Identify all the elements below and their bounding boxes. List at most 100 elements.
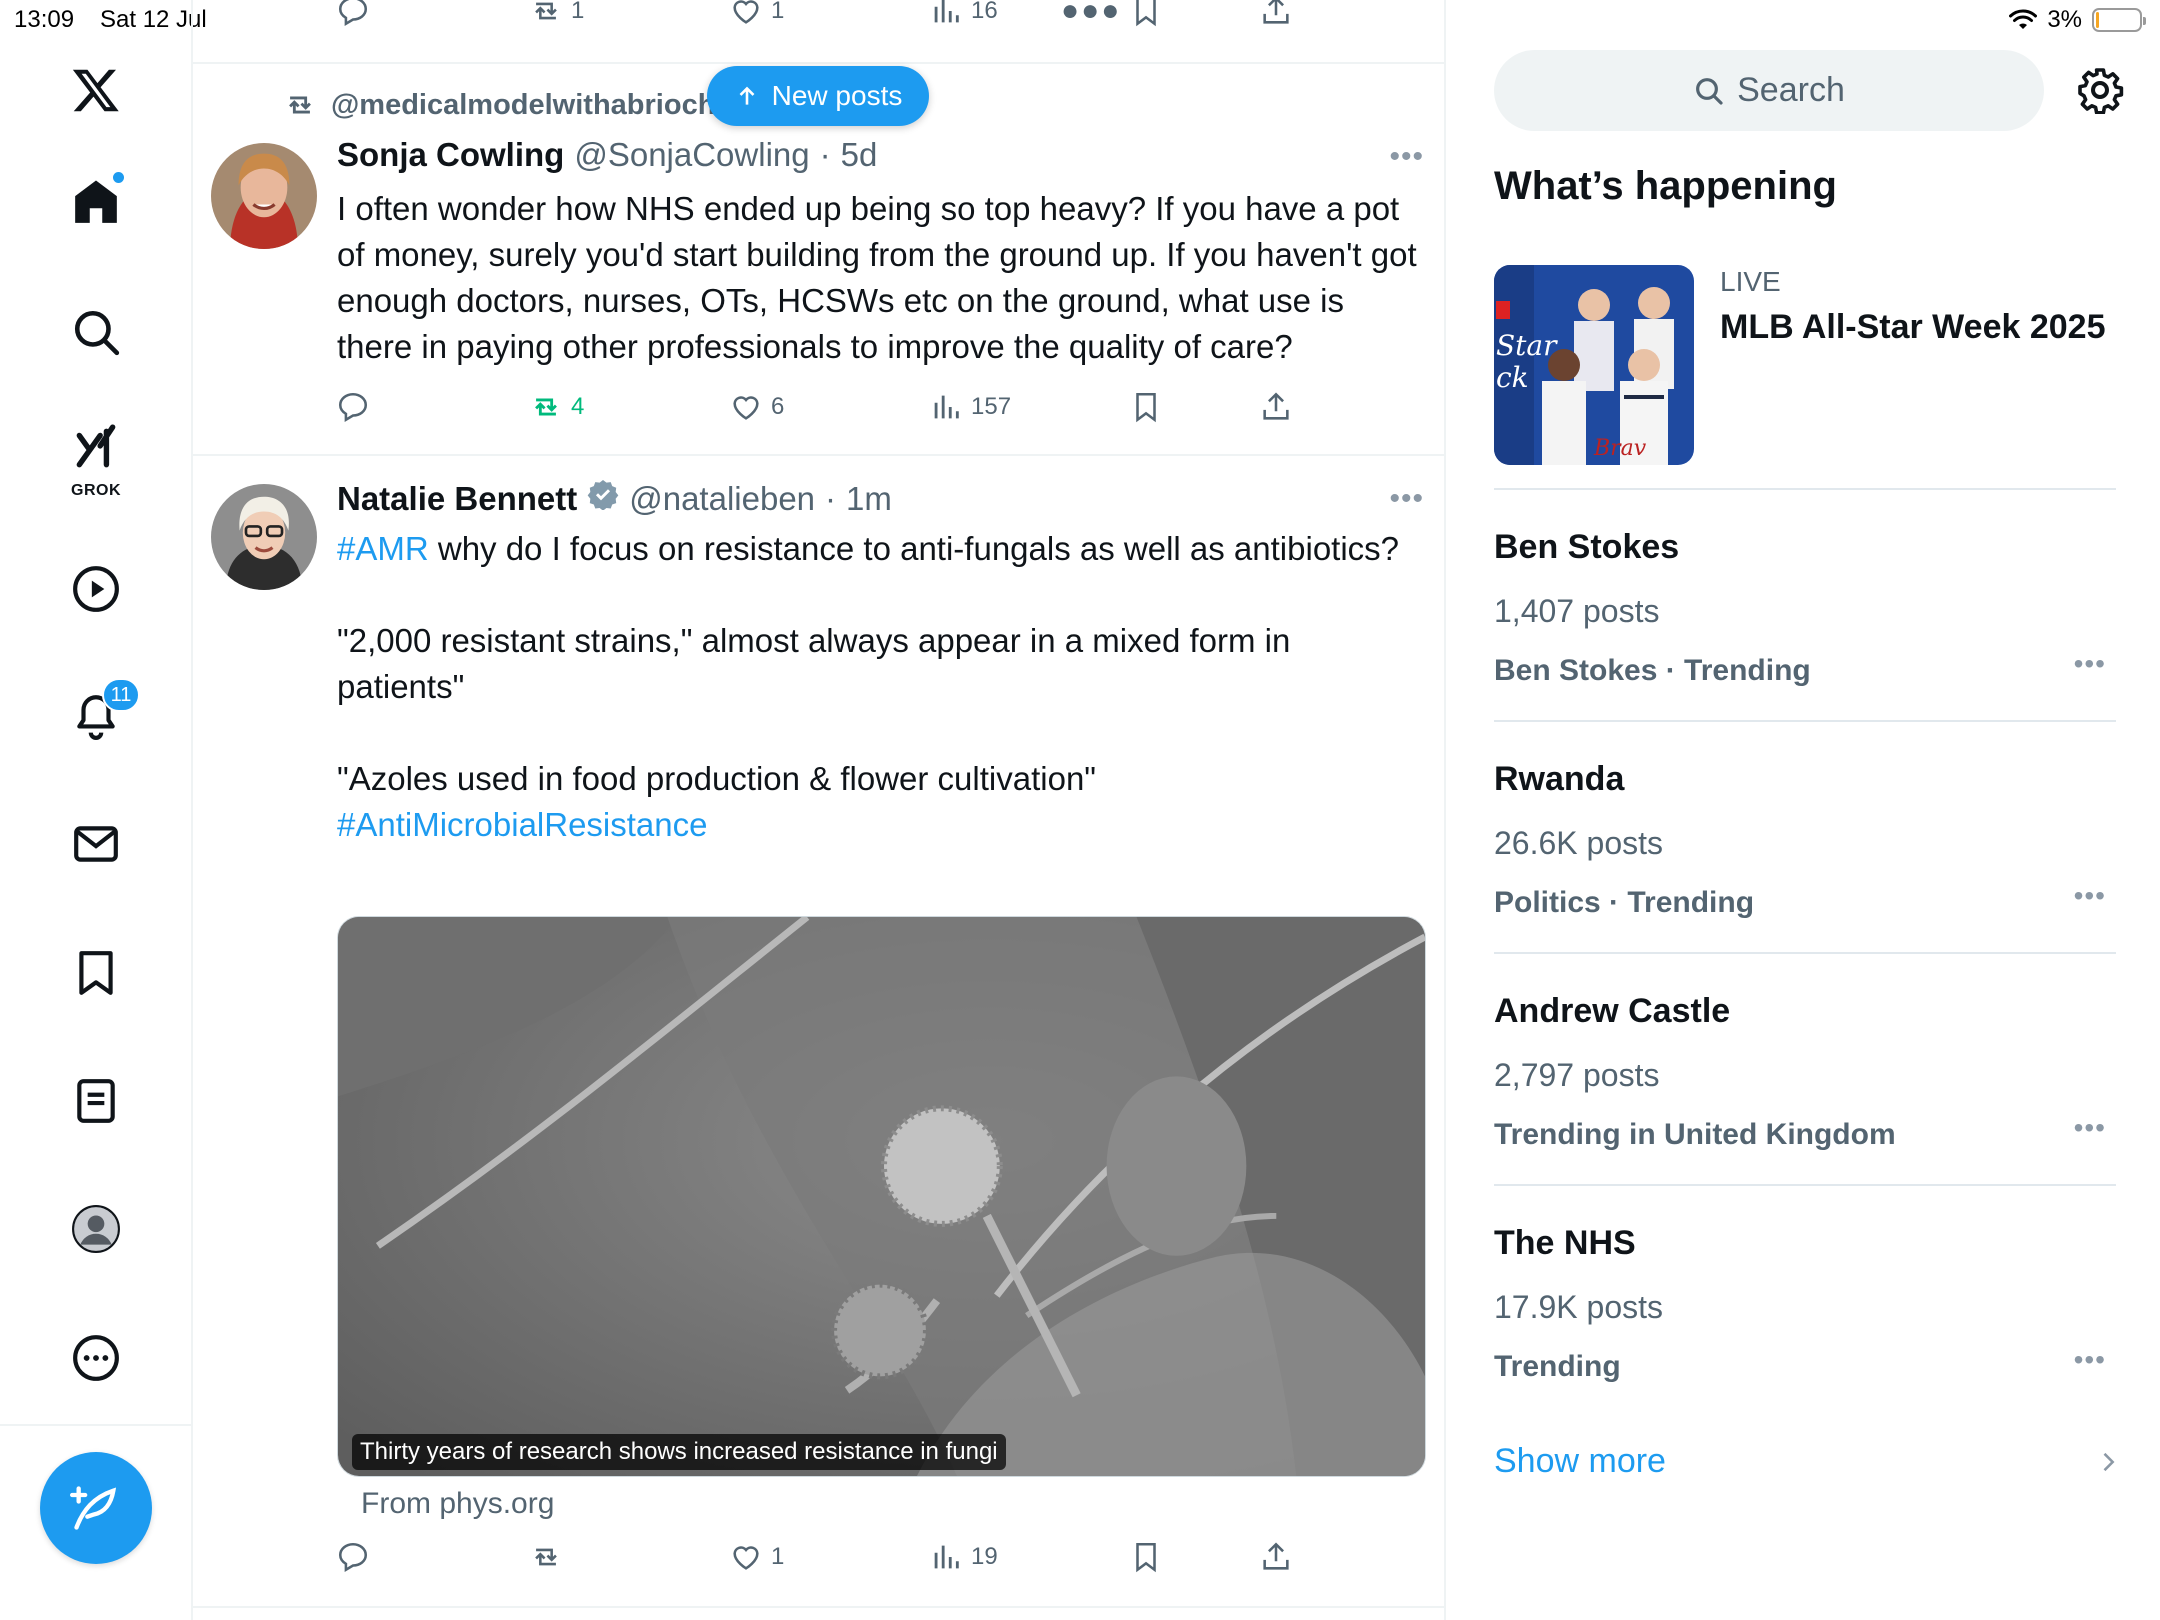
trend-item[interactable]: Andrew Castle 2,797 posts Trending in Un… — [1494, 992, 2116, 1152]
views-button[interactable]: 19 — [929, 1540, 998, 1574]
author-name[interactable]: Sonja Cowling — [337, 136, 564, 174]
new-posts-button[interactable]: New posts — [707, 66, 929, 126]
share-icon — [1263, 392, 1289, 420]
post-actions: 4 6 157 — [336, 390, 1306, 438]
heart-icon — [733, 396, 759, 420]
bookmark-icon — [1136, 0, 1156, 27]
trend-divider — [1494, 952, 2116, 954]
mail-icon[interactable] — [60, 808, 132, 880]
reply-button[interactable] — [336, 0, 378, 28]
bookmark-button[interactable] — [1129, 1540, 1163, 1574]
trend-title: The NHS — [1494, 1224, 1636, 1262]
trend-meta: Ben Stokes · Trending — [1494, 654, 1811, 687]
timeline: 1 1 16 ●●● @medicalmodelwithabrioche rep… — [193, 0, 1446, 1620]
link-card-image[interactable]: Thirty years of research shows increased… — [337, 916, 1426, 1477]
search-input[interactable]: Search — [1494, 50, 2044, 131]
trend-item[interactable]: Rwanda 26.6K posts Politics · Trending •… — [1494, 760, 2116, 920]
bookmark-button[interactable] — [1129, 0, 1163, 28]
trend-post-count: 2,797 posts — [1494, 1057, 1660, 1093]
reply-button[interactable] — [336, 1540, 378, 1574]
link-card-title: Thirty years of research shows increased… — [352, 1434, 1006, 1470]
repost-icon — [535, 2, 557, 20]
trend-item[interactable]: Ben Stokes 1,407 posts Ben Stokes · Tren… — [1494, 528, 2116, 688]
post-more-icon[interactable]: ••• — [1389, 140, 1424, 174]
reply-icon — [338, 1542, 368, 1573]
repost-button[interactable]: 4 — [529, 390, 584, 424]
trend-item[interactable]: The NHS 17.9K posts Trending ••• — [1494, 1224, 2116, 1384]
hashtag-link[interactable]: #AntiMicrobialResistance — [337, 806, 708, 843]
compose-button[interactable] — [40, 1452, 152, 1564]
post-more-icon[interactable]: ••• — [1389, 482, 1424, 516]
notifications-badge: 11 — [102, 678, 140, 712]
bookmark-icon[interactable] — [60, 937, 132, 1009]
reply-icon — [338, 392, 368, 423]
author-handle[interactable]: @SonjaCowling — [574, 136, 809, 174]
hashtag-link[interactable]: #AMR — [337, 530, 429, 567]
like-button[interactable]: 1 — [729, 0, 784, 28]
like-button[interactable]: 6 — [729, 390, 784, 424]
show-more-link[interactable]: Show more — [1494, 1442, 1666, 1481]
trend-meta: Trending in United Kingdom — [1494, 1118, 1896, 1151]
post-divider — [193, 62, 1446, 64]
search-icon — [1696, 77, 1723, 105]
author-handle[interactable]: @natalieben — [629, 480, 815, 518]
share-button[interactable] — [1259, 0, 1293, 28]
trend-meta: Politics · Trending — [1494, 886, 1755, 919]
x-logo-icon[interactable] — [60, 54, 132, 126]
views-icon — [934, 1545, 959, 1569]
trend-more-icon[interactable]: ••• — [2074, 648, 2106, 680]
trend-more-icon[interactable]: ••• — [2074, 1344, 2106, 1376]
trend-meta: Trending — [1494, 1350, 1621, 1383]
reply-button[interactable] — [336, 390, 378, 424]
repost-icon — [535, 398, 557, 416]
svg-text:Brav: Brav — [1593, 436, 1647, 461]
repost-button[interactable]: 1 — [529, 0, 584, 28]
views-button[interactable]: 157 — [929, 390, 1011, 424]
gear-icon[interactable] — [2076, 66, 2124, 114]
repost-button[interactable] — [529, 1540, 571, 1574]
trend-more-icon[interactable]: ••• — [2074, 880, 2106, 912]
bookmark-button[interactable] — [1129, 390, 1163, 424]
bookmark-icon — [1136, 392, 1156, 423]
chevron-right-icon[interactable] — [2094, 1448, 2122, 1476]
baseball-players-image: Star ck Brav — [1494, 265, 1694, 465]
avatar[interactable] — [211, 484, 317, 590]
grok-label: GROK — [71, 482, 121, 499]
trend-post-count: 26.6K posts — [1494, 825, 1663, 861]
dot-separator: · — [819, 136, 831, 173]
share-button[interactable] — [1259, 390, 1293, 424]
post-time[interactable]: 1m — [846, 480, 892, 518]
trend-divider — [1494, 488, 2116, 490]
share-button[interactable] — [1259, 1540, 1293, 1574]
grok-icon[interactable]: GROK — [60, 418, 132, 500]
home-icon[interactable] — [60, 166, 132, 238]
post-actions: 1 19 — [336, 1540, 1306, 1588]
nav-divider — [0, 1424, 193, 1426]
avatar[interactable] — [211, 143, 317, 249]
left-navigation: GROK 11 — [0, 0, 193, 1620]
post-divider — [193, 454, 1446, 456]
trend-more-icon[interactable]: ••• — [2074, 1112, 2106, 1144]
like-button[interactable]: 1 — [729, 1540, 784, 1574]
heart-icon — [733, 0, 759, 24]
post-time[interactable]: 5d — [841, 136, 878, 174]
search-placeholder: Search — [1737, 71, 1845, 109]
post-line: why do I focus on resistance to anti-fun… — [428, 530, 1400, 567]
whats-happening-heading: What’s happening — [1494, 164, 1837, 208]
views-button[interactable]: 16 — [929, 0, 998, 28]
home-unread-dot — [113, 172, 124, 183]
profile-icon[interactable] — [60, 1193, 132, 1265]
heart-icon — [733, 1546, 759, 1570]
trend-divider — [1494, 720, 2116, 722]
live-event-title[interactable]: MLB All-Star Week 2025 — [1720, 308, 2105, 347]
lists-icon[interactable] — [60, 1065, 132, 1137]
more-circle-icon[interactable] — [60, 1322, 132, 1394]
live-event-image[interactable]: Star ck Brav — [1494, 265, 1694, 465]
video-icon[interactable] — [60, 553, 132, 625]
link-source[interactable]: From phys.org — [361, 1487, 554, 1521]
author-name[interactable]: Natalie Bennett — [337, 480, 577, 518]
more-dots-icon[interactable]: ●●● — [1061, 0, 1121, 28]
arrow-up-icon — [739, 86, 755, 105]
search-icon[interactable] — [60, 296, 132, 368]
bell-icon[interactable]: 11 — [60, 678, 140, 752]
